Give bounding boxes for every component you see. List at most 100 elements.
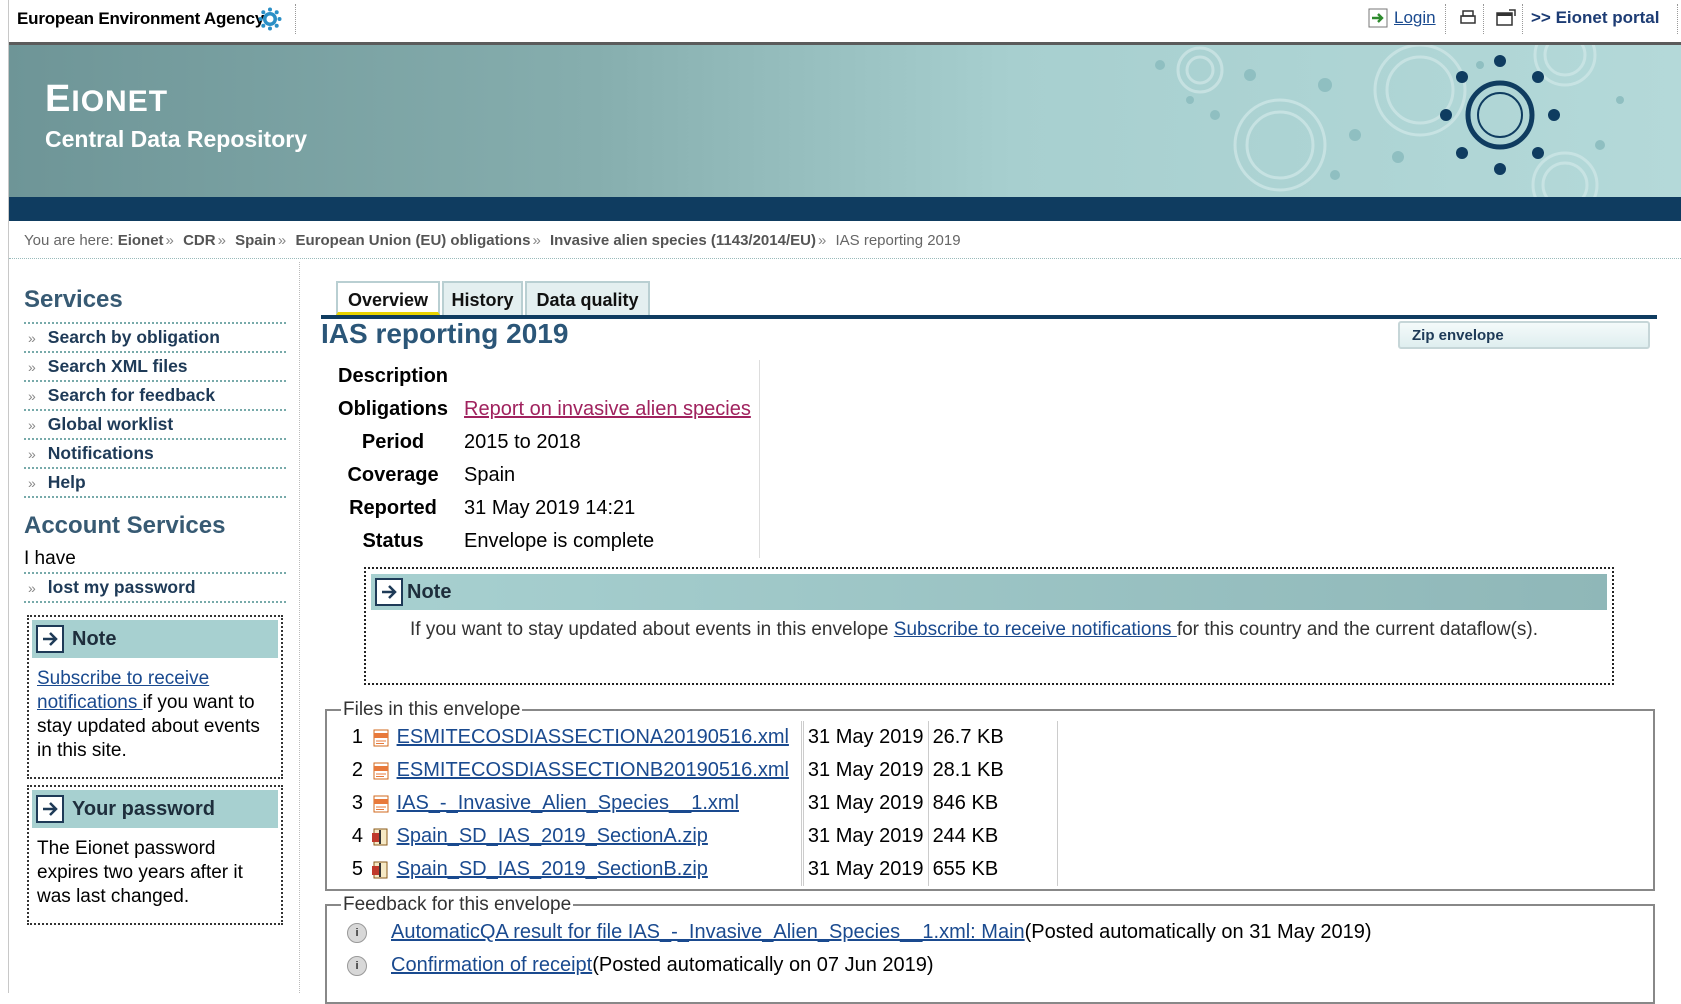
bullet-arrow-icon: » xyxy=(28,417,36,433)
feedback-note: (Posted automatically on 31 May 2019) xyxy=(1024,921,1372,943)
meta-label: Status xyxy=(362,530,424,552)
services-menu: » Search by obligation » Search XML files … xyxy=(24,322,286,498)
sidebar-item-help[interactable]: » Help xyxy=(24,469,286,498)
meta-value xyxy=(456,360,760,393)
zip-file-icon xyxy=(371,858,391,880)
meta-label: Coverage xyxy=(347,464,439,486)
file-size: 26.7 KB xyxy=(928,721,1058,754)
bullet-arrow-icon: » xyxy=(28,580,36,596)
envelope-note-header: Note xyxy=(371,574,1607,610)
sidebar-item-global-worklist[interactable]: » Global worklist xyxy=(24,411,286,440)
zip-file-icon xyxy=(371,825,391,847)
breadcrumb-item[interactable]: CDR xyxy=(183,232,216,249)
zip-envelope-button[interactable]: Zip envelope xyxy=(1398,321,1650,349)
feedback-list: i AutomaticQA result for file IAS_-_Invas… xyxy=(347,916,1653,982)
meta-row-status: Status Envelope is complete xyxy=(330,525,760,558)
arrow-right-icon xyxy=(36,625,64,653)
password-note-header: Your password xyxy=(32,790,278,828)
meta-value: 2015 to 2018 xyxy=(456,426,760,459)
sidebar: Services » Search by obligation » Search X… xyxy=(24,280,286,925)
password-note-title: Your password xyxy=(72,797,215,820)
print-icon[interactable] xyxy=(1458,8,1480,28)
envelope-metadata: Description Obligations Report on invasi… xyxy=(330,360,760,558)
arrow-right-icon xyxy=(36,795,64,823)
account-menu: » lost my password xyxy=(24,572,286,603)
file-size: 655 KB xyxy=(928,853,1058,886)
banner-decoration xyxy=(1155,45,1624,197)
file-link[interactable]: ESMITECOSDIASSECTIONA20190516.xml xyxy=(397,726,789,748)
file-row: 3 IAS_-_Invasive_Alien_Species__1.xml 31 … xyxy=(345,787,1058,820)
tab-data-quality[interactable]: Data quality xyxy=(525,281,650,315)
tab-history[interactable]: History xyxy=(442,281,523,315)
breadcrumb-item[interactable]: Invasive alien species (1143/2014/EU) xyxy=(550,232,816,249)
file-index: 4 xyxy=(351,825,363,847)
meta-value: Spain xyxy=(456,459,760,492)
sidebar-item-search-xml-files[interactable]: » Search XML files xyxy=(24,353,286,382)
meta-value: 31 May 2019 14:21 xyxy=(456,492,760,525)
tab-overview[interactable]: Overview xyxy=(336,281,440,315)
envelope-note-body: If you want to stay updated about events… xyxy=(410,619,1538,640)
file-link[interactable]: IAS_-_Invasive_Alien_Species__1.xml xyxy=(397,792,739,814)
file-date: 31 May 2019 xyxy=(802,820,929,853)
meta-row-description: Description xyxy=(330,360,760,393)
sidebar-item-notifications[interactable]: » Notifications xyxy=(24,440,286,469)
column-divider xyxy=(299,262,300,993)
meta-row-period: Period 2015 to 2018 xyxy=(330,426,760,459)
envelope-note-box: Note If you want to stay updated about e… xyxy=(364,567,1614,685)
meta-row-reported: Reported 31 May 2019 14:21 xyxy=(330,492,760,525)
file-link[interactable]: ESMITECOSDIASSECTIONB20190516.xml xyxy=(397,759,789,781)
feedback-note: (Posted automatically on 07 Jun 2019) xyxy=(592,954,934,976)
meta-row-coverage: Coverage Spain xyxy=(330,459,760,492)
breadcrumb-item[interactable]: European Union (EU) obligations xyxy=(295,232,530,249)
sidebar-item-search-by-obligation[interactable]: » Search by obligation xyxy=(24,324,286,353)
feedback-link[interactable]: AutomaticQA result for file IAS_-_Invasi… xyxy=(391,921,1025,944)
file-row: 5 Spain_SD_IAS_2019_SectionB.zip 31 May 2… xyxy=(345,853,1058,886)
file-date: 31 May 2019 xyxy=(802,721,929,754)
xml-file-icon xyxy=(371,792,391,814)
sidebar-note-title: Note xyxy=(72,627,117,650)
xml-file-icon xyxy=(371,726,391,748)
fullscreen-icon[interactable] xyxy=(1495,8,1517,28)
feedback-row: i AutomaticQA result for file IAS_-_Invas… xyxy=(347,916,1653,949)
feedback-fieldset: Feedback for this envelope i AutomaticQA … xyxy=(325,894,1655,1004)
file-index: 3 xyxy=(351,792,363,814)
file-row: 4 Spain_SD_IAS_2019_SectionA.zip 31 May 2… xyxy=(345,820,1058,853)
top-divider xyxy=(1445,4,1446,34)
subscribe-notifications-link[interactable]: Subscribe to receive notifications xyxy=(894,619,1177,640)
file-row: 2 ESMITECOSDIASSECTIONB20190516.xml 31 Ma… xyxy=(345,754,1058,787)
feedback-icon: i xyxy=(347,922,367,943)
file-size: 244 KB xyxy=(928,820,1058,853)
agency-name[interactable]: European Environment Agency xyxy=(17,9,264,29)
i-have-text: I have xyxy=(24,548,76,569)
bullet-arrow-icon: » xyxy=(28,330,36,346)
site-title[interactable]: EIONET xyxy=(45,78,168,121)
login-icon[interactable] xyxy=(1368,8,1390,28)
top-divider xyxy=(295,4,296,34)
sidebar-item-lost-password[interactable]: » lost my password xyxy=(24,574,286,603)
breadcrumb-item[interactable]: Eionet xyxy=(118,232,164,249)
feedback-link[interactable]: Confirmation of receipt xyxy=(391,954,592,977)
file-index: 2 xyxy=(351,759,363,781)
obligation-link[interactable]: Report on invasive alien species xyxy=(464,398,751,420)
file-index: 1 xyxy=(351,726,363,748)
arrow-right-icon xyxy=(375,578,403,606)
breadcrumb-prefix: You are here: xyxy=(24,232,114,249)
login-link[interactable]: Login xyxy=(1394,8,1436,28)
sidebar-item-search-for-feedback[interactable]: » Search for feedback xyxy=(24,382,286,411)
breadcrumb-divider xyxy=(9,258,1681,259)
meta-label: Obligations xyxy=(338,398,449,420)
file-date: 31 May 2019 xyxy=(802,787,929,820)
top-divider xyxy=(1522,4,1523,34)
breadcrumb-item[interactable]: Spain xyxy=(235,232,276,249)
account-heading: Account Services xyxy=(24,512,226,539)
feedback-icon: i xyxy=(347,955,367,976)
eionet-portal-link[interactable]: >> Eionet portal xyxy=(1531,8,1659,28)
meta-label: Period xyxy=(361,431,425,453)
file-link[interactable]: Spain_SD_IAS_2019_SectionA.zip xyxy=(397,825,708,847)
files-legend: Files in this envelope xyxy=(343,699,521,720)
top-bar: European Environment Agency Login >> Eio… xyxy=(9,0,1681,45)
services-heading: Services xyxy=(24,286,123,313)
eea-logo-icon xyxy=(258,7,282,31)
sidebar-note-box: Note Subscribe to receive notifications … xyxy=(27,615,283,779)
file-link[interactable]: Spain_SD_IAS_2019_SectionB.zip xyxy=(397,858,708,880)
